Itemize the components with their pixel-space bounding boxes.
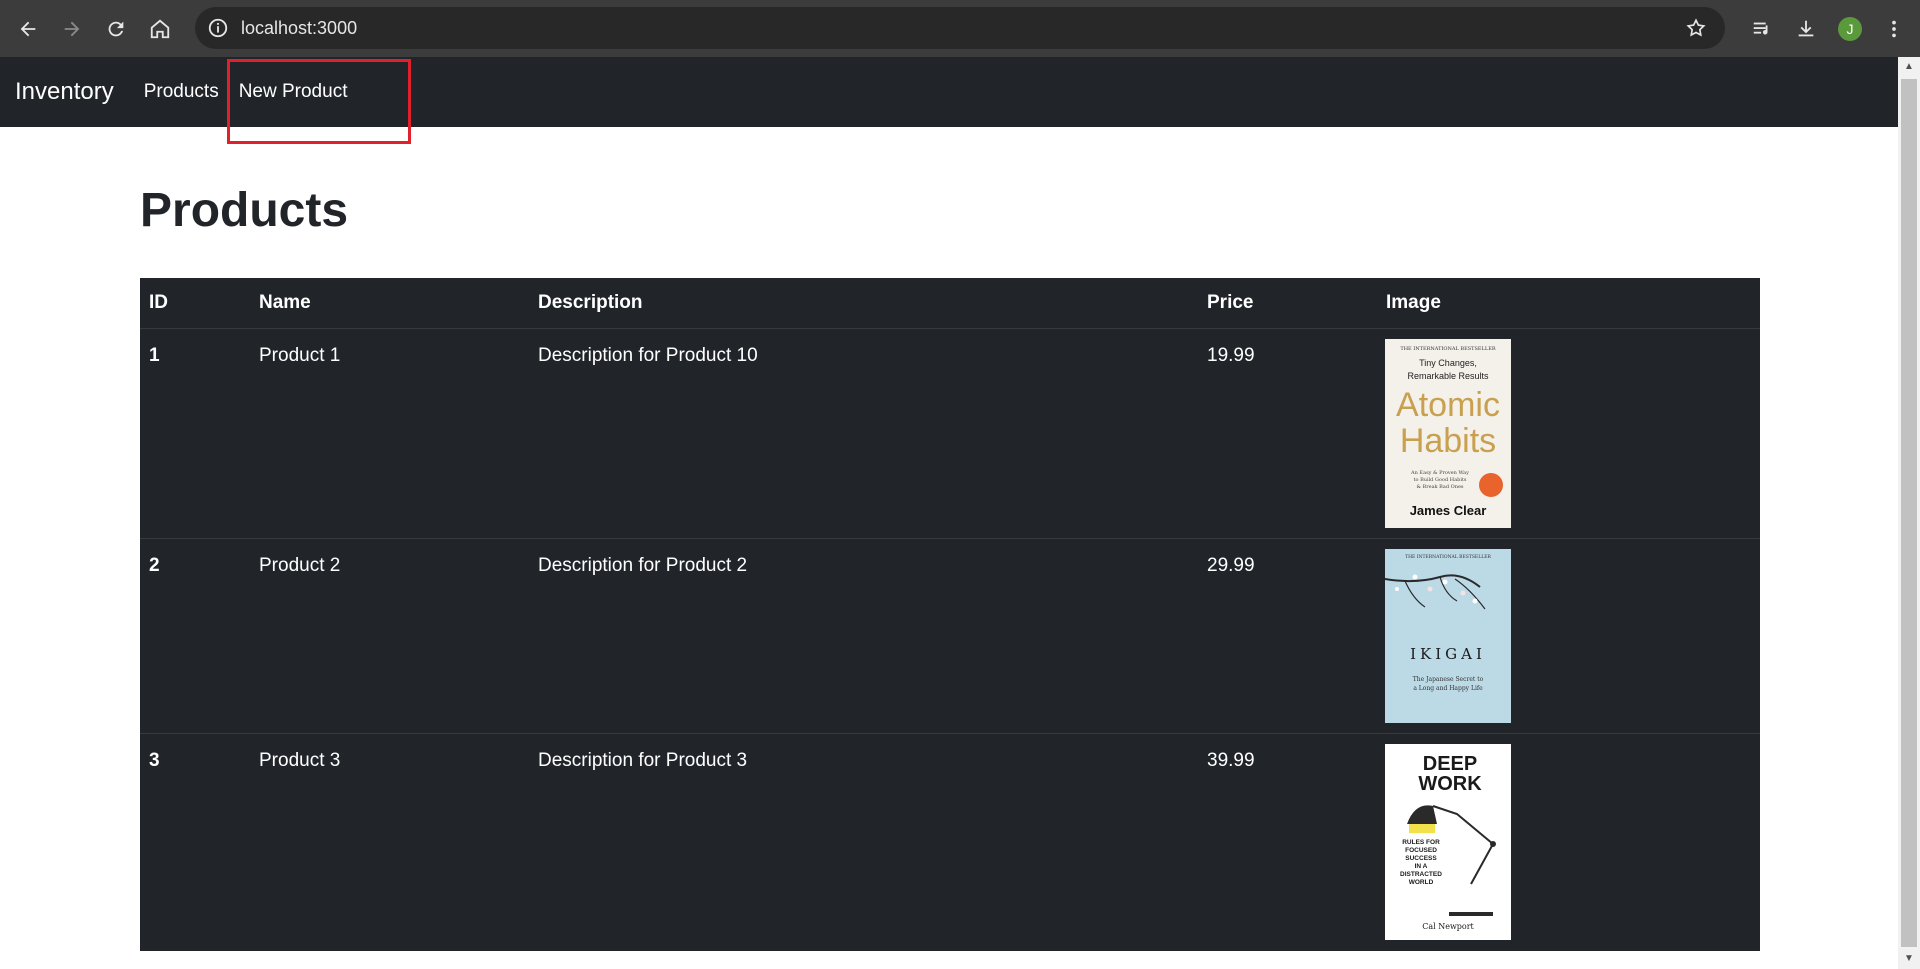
arrow-right-icon — [64, 21, 80, 36]
table-header: ID Name Description Price Image — [140, 278, 1760, 329]
svg-text:WORK: WORK — [1418, 773, 1482, 795]
svg-text:Atomic: Atomic — [1396, 386, 1500, 424]
cell-name: Product 1 — [259, 345, 341, 366]
menu-button[interactable] — [1872, 7, 1916, 51]
more-vertical-icon — [1892, 20, 1896, 37]
media-button[interactable] — [1740, 7, 1784, 51]
products-table: ID Name Description Price Image 1 Produc… — [140, 278, 1760, 951]
table-row: 1 Product 1 Description for Product 10 1… — [140, 329, 1760, 539]
product-image: THE INTERNATIONAL BESTSELLER IKIGAI The … — [1385, 549, 1511, 723]
book-cover-deep-work: DEEP WORK RULES FOR FOCUSED SUCCESS IN A… — [1385, 744, 1511, 940]
svg-text:a Long and Happy Life: a Long and Happy Life — [1413, 685, 1483, 692]
svg-text:RULES FOR: RULES FOR — [1402, 839, 1440, 846]
header-image: Image — [1386, 292, 1441, 313]
scroll-thumb[interactable] — [1901, 79, 1917, 947]
bookmark-star-icon[interactable] — [1685, 17, 1707, 39]
svg-text:Remarkable Results: Remarkable Results — [1407, 371, 1489, 381]
svg-text:FOCUSED: FOCUSED — [1405, 847, 1437, 854]
home-icon — [150, 19, 170, 38]
product-image: DEEP WORK RULES FOR FOCUSED SUCCESS IN A… — [1385, 744, 1511, 940]
page-title: Products — [140, 184, 349, 237]
scroll-up-icon[interactable]: ▲ — [1903, 61, 1915, 73]
browser-actions: J — [1740, 0, 1920, 57]
download-icon — [1798, 20, 1814, 36]
book-cover-ikigai: THE INTERNATIONAL BESTSELLER IKIGAI The … — [1385, 549, 1511, 723]
main-content: Products ID Name Description Price Image… — [140, 127, 1760, 951]
svg-text:IN A: IN A — [1415, 863, 1428, 870]
header-description: Description — [538, 292, 643, 313]
reload-icon — [108, 21, 124, 36]
reload-button[interactable] — [96, 9, 136, 49]
svg-text:Cal Newport: Cal Newport — [1422, 922, 1474, 931]
back-button[interactable] — [8, 9, 48, 49]
header-id: ID — [149, 292, 168, 313]
svg-text:IKIGAI: IKIGAI — [1410, 645, 1486, 663]
header-name: Name — [259, 292, 311, 313]
cell-id: 1 — [149, 345, 160, 366]
page-scrollbar[interactable]: ▲ ▼ — [1898, 57, 1920, 969]
cell-name: Product 3 — [259, 750, 341, 771]
avatar: J — [1838, 16, 1862, 41]
cell-description: Description for Product 10 — [538, 345, 758, 366]
navbar-brand[interactable]: Inventory — [15, 78, 114, 106]
cell-id: 2 — [149, 555, 160, 576]
product-image: THE INTERNATIONAL BESTSELLER Tiny Change… — [1385, 339, 1511, 528]
playlist-icon — [1753, 22, 1768, 35]
arrow-left-icon — [20, 21, 36, 36]
svg-text:SUCCESS: SUCCESS — [1405, 855, 1437, 862]
scroll-down-icon[interactable]: ▼ — [1903, 953, 1915, 965]
address-bar[interactable]: localhost:3000 — [195, 7, 1725, 49]
svg-text:James Clear: James Clear — [1410, 503, 1487, 518]
forward-button[interactable] — [52, 9, 92, 49]
downloads-button[interactable] — [1784, 7, 1828, 51]
cell-price: 29.99 — [1207, 555, 1255, 576]
table-row: 3 Product 3 Description for Product 3 39… — [140, 734, 1760, 951]
svg-text:& Break Bad Ones: & Break Bad Ones — [1417, 484, 1464, 490]
profile-button[interactable]: J — [1828, 7, 1872, 51]
home-button[interactable] — [140, 9, 180, 49]
book-cover-atomic-habits: THE INTERNATIONAL BESTSELLER Tiny Change… — [1385, 339, 1511, 528]
site-info-icon[interactable] — [207, 17, 229, 39]
svg-text:DISTRACTED: DISTRACTED — [1400, 871, 1442, 878]
cell-price: 19.99 — [1207, 345, 1255, 366]
cell-id: 3 — [149, 750, 160, 771]
svg-text:WORLD: WORLD — [1409, 879, 1434, 886]
header-price: Price — [1207, 292, 1254, 313]
svg-text:Habits: Habits — [1400, 422, 1496, 460]
svg-text:to Build Good Habits: to Build Good Habits — [1413, 477, 1466, 483]
url-text[interactable]: localhost:3000 — [241, 18, 357, 39]
svg-text:The Japanese Secret to: The Japanese Secret to — [1413, 676, 1484, 683]
browser-toolbar: localhost:3000 J — [0, 0, 1920, 57]
svg-text:THE INTERNATIONAL BESTSELLER: THE INTERNATIONAL BESTSELLER — [1405, 554, 1491, 560]
cell-price: 39.99 — [1207, 750, 1255, 771]
cell-description: Description for Product 3 — [538, 750, 748, 771]
table-row: 2 Product 2 Description for Product 2 29… — [140, 539, 1760, 734]
svg-text:THE INTERNATIONAL BESTSELLER: THE INTERNATIONAL BESTSELLER — [1400, 346, 1496, 352]
cell-name: Product 2 — [259, 555, 341, 576]
svg-text:DEEP: DEEP — [1423, 753, 1477, 775]
cell-description: Description for Product 2 — [538, 555, 748, 576]
svg-text:Tiny Changes,: Tiny Changes, — [1419, 358, 1477, 368]
svg-text:An Easy & Proven Way: An Easy & Proven Way — [1410, 470, 1469, 476]
nav-link-products[interactable]: Products — [144, 81, 219, 103]
